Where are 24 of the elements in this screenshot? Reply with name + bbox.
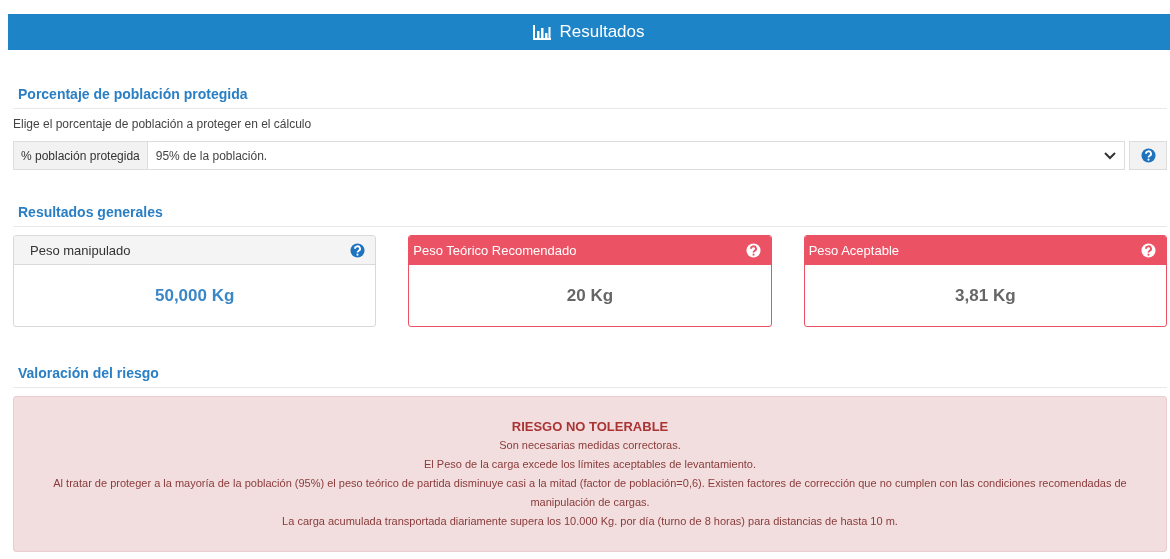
section-heading: Porcentaje de población protegida: [18, 86, 249, 102]
chevron-down-icon: [1104, 151, 1116, 160]
alert-text: La carga acumulada transportada diariamente supera los 10.000 Kg. por día (turno de 8 horas) para distancias de hasta 10 m.: [281, 514, 899, 529]
help-icon[interactable]: [1141, 242, 1156, 258]
card-title: Peso manipulado: [30, 242, 131, 258]
description-text: Elige el porcentaje de población a proteger en el cálculo: [13, 117, 313, 131]
field-label: % población protegida: [13, 141, 148, 170]
alert-text: El Peso de la carga excede los límites aceptables de levantamiento.: [423, 457, 757, 472]
section-heading: Valoración del riesgo: [18, 365, 160, 381]
help-icon[interactable]: [350, 242, 366, 258]
card-value: 20 Kg: [566, 285, 614, 306]
alert-text: Al tratar de proteger a la mayoría de la población (95%) el peso teórico de partida disminuye casi a la mitad (factor de población=0,6). Existen factores de corrección que no cumplen con las condiciones recomendadas de manipulación de cargas.: [52, 476, 1128, 510]
card-title: Peso Aceptable: [808, 242, 899, 258]
card-title: Peso Teórico Recomendado: [413, 242, 577, 258]
help-icon[interactable]: [1140, 148, 1156, 163]
help-icon[interactable]: [745, 242, 761, 258]
header-title: Resultados: [559, 22, 645, 42]
bar-chart-icon: [533, 24, 552, 40]
card-value: 3,81 Kg: [955, 285, 1016, 306]
section-heading: Resultados generales: [18, 204, 164, 220]
alert-text: Son necesarias medidas correctoras.: [498, 438, 682, 453]
population-select[interactable]: 95% de la población.: [147, 141, 1125, 170]
alert-title: RIESGO NO TOLERABLE: [510, 418, 670, 436]
card-value: 50,000 Kg: [154, 285, 235, 306]
